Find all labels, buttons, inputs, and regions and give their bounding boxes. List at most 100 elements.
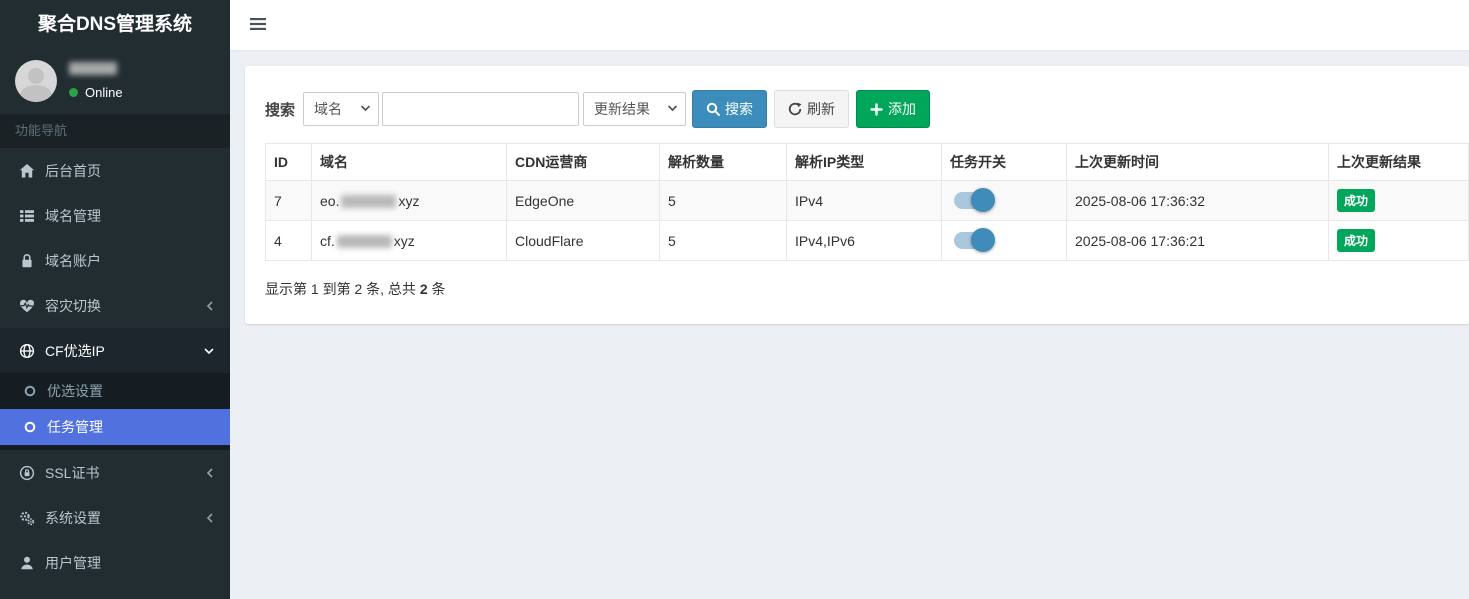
cell-ip-type: IPv4 [787,181,942,221]
lock-icon [18,253,36,269]
hamburger-icon [250,17,266,34]
cell-cdn-provider: EdgeOne [507,181,660,221]
column-header-cdn-provider: CDN运营商 [507,144,660,181]
main-area: 搜索 域名 更新结果 [230,0,1469,599]
column-header-domain: 域名 [312,144,507,181]
cell-last-update-time: 2025-08-06 17:36:32 [1067,181,1329,221]
app-title: 聚合DNS管理系统 [0,0,230,50]
cell-domain: cf. xyz [312,221,507,261]
sidebar-item-label: 后台首页 [45,161,215,181]
sidebar-subitem-label: 任务管理 [47,417,103,437]
cell-id: 7 [266,181,312,221]
search-icon [706,102,720,116]
search-input[interactable] [382,92,579,126]
summary-suffix: 条 [428,281,446,297]
summary-total: 2 [420,281,428,297]
sidebar-item-label: 系统设置 [45,508,205,528]
toolbar: 搜索 域名 更新结果 [265,90,1469,128]
user-icon [18,555,36,571]
status-badge: 成功 [1337,189,1375,212]
sidebar: 聚合DNS管理系统 Online 功能导航 后台首页 域名管理 域名账户 [0,0,230,599]
top-navbar [230,0,1469,50]
search-button[interactable]: 搜索 [692,90,767,128]
chevron-down-icon [360,104,371,112]
cf-ip-submenu: 优选设置 任务管理 [0,373,230,450]
result-filter-selected-value: 更新结果 [594,99,650,119]
domain-prefix: cf. [320,233,335,249]
sidebar-item-dashboard[interactable]: 后台首页 [0,148,230,193]
pagination-summary: 显示第 1 到第 2 条, 总共 2 条 [265,279,1469,299]
sidebar-subitem-task-management[interactable]: 任务管理 [0,409,230,445]
chevron-left-icon [205,512,215,524]
domain-suffix: xyz [398,193,419,209]
domain-redacted [341,195,396,208]
plus-icon [870,103,883,116]
chevron-left-icon [205,300,215,312]
column-header-ip-type: 解析IP类型 [787,144,942,181]
search-label: 搜索 [265,99,295,120]
sidebar-item-domain-accounts[interactable]: 域名账户 [0,238,230,283]
chevron-down-icon [667,104,678,112]
sidebar-item-label: 用户管理 [45,553,215,573]
sidebar-item-system-settings[interactable]: 系统设置 [0,495,230,540]
avatar-head-shape [28,68,44,84]
home-icon [18,163,36,179]
domain-redacted [337,235,392,248]
task-switch-toggle[interactable] [954,232,992,249]
tasks-table: ID 域名 CDN运营商 解析数量 解析IP类型 任务开关 上次更新时间 上次更… [265,143,1469,261]
sidebar-item-label: 域名管理 [45,206,215,226]
status-badge: 成功 [1337,229,1375,252]
sidebar-group-cf-ip: CF优选IP 优选设置 任务管理 [0,328,230,450]
task-list-card: 搜索 域名 更新结果 [245,66,1469,324]
toggle-knob [971,228,995,252]
cell-domain: eo. xyz [312,181,507,221]
sidebar-item-failover[interactable]: 容灾切换 [0,283,230,328]
sidebar-subitem-label: 优选设置 [47,381,103,401]
sidebar-item-cf-preferred-ip[interactable]: CF优选IP [0,328,230,373]
gears-icon [18,510,36,526]
add-button-label: 添加 [888,99,916,119]
cell-task-switch [942,181,1067,221]
cell-last-update-result: 成功 [1329,181,1469,221]
column-header-id: ID [266,144,312,181]
cell-ip-type: IPv4,IPv6 [787,221,942,261]
sidebar-item-user-management[interactable]: 用户管理 [0,540,230,585]
toggle-knob [971,188,995,212]
table-row: 7 eo.xyz EdgeOne 5 IPv4 2025-08-06 17:36… [266,181,1469,221]
search-field-select[interactable]: 域名 [303,92,379,126]
avatar [15,60,57,102]
refresh-button-label: 刷新 [807,99,835,119]
sidebar-subitem-preferred-settings[interactable]: 优选设置 [0,373,230,409]
column-header-task-switch: 任务开关 [942,144,1067,181]
table-header-row: ID 域名 CDN运营商 解析数量 解析IP类型 任务开关 上次更新时间 上次更… [266,144,1469,181]
add-button[interactable]: 添加 [856,90,930,128]
online-status-label: Online [85,85,123,100]
result-filter-select[interactable]: 更新结果 [583,92,686,126]
domain-prefix: eo. [320,193,339,209]
cell-last-update-time: 2025-08-06 17:36:21 [1067,221,1329,261]
list-icon [18,208,36,224]
content: 搜索 域名 更新结果 [230,50,1469,324]
sidebar-item-domain-management[interactable]: 域名管理 [0,193,230,238]
chevron-down-icon [203,346,215,356]
refresh-button[interactable]: 刷新 [774,90,849,128]
cell-task-switch [942,221,1067,261]
search-field-selected-value: 域名 [314,99,342,119]
sidebar-item-ssl-certificates[interactable]: SSL证书 [0,450,230,495]
circle-icon [22,385,38,397]
cell-record-count: 5 [660,221,787,261]
heartbeat-icon [18,298,36,314]
domain-suffix: xyz [394,233,415,249]
nav-section-header: 功能导航 [0,114,230,148]
user-info: Online [69,62,123,100]
ssl-lock-icon [18,465,36,481]
sidebar-toggle-button[interactable] [244,11,272,40]
table-row: 4 cf.xyz CloudFlare 5 IPv4,IPv6 2025-08-… [266,221,1469,261]
username-redacted [69,62,117,75]
refresh-icon [788,102,802,116]
user-panel: Online [0,50,230,114]
sidebar-item-label: SSL证书 [45,463,205,483]
task-switch-toggle[interactable] [954,192,992,209]
column-header-last-update-time: 上次更新时间 [1067,144,1329,181]
cell-cdn-provider: CloudFlare [507,221,660,261]
